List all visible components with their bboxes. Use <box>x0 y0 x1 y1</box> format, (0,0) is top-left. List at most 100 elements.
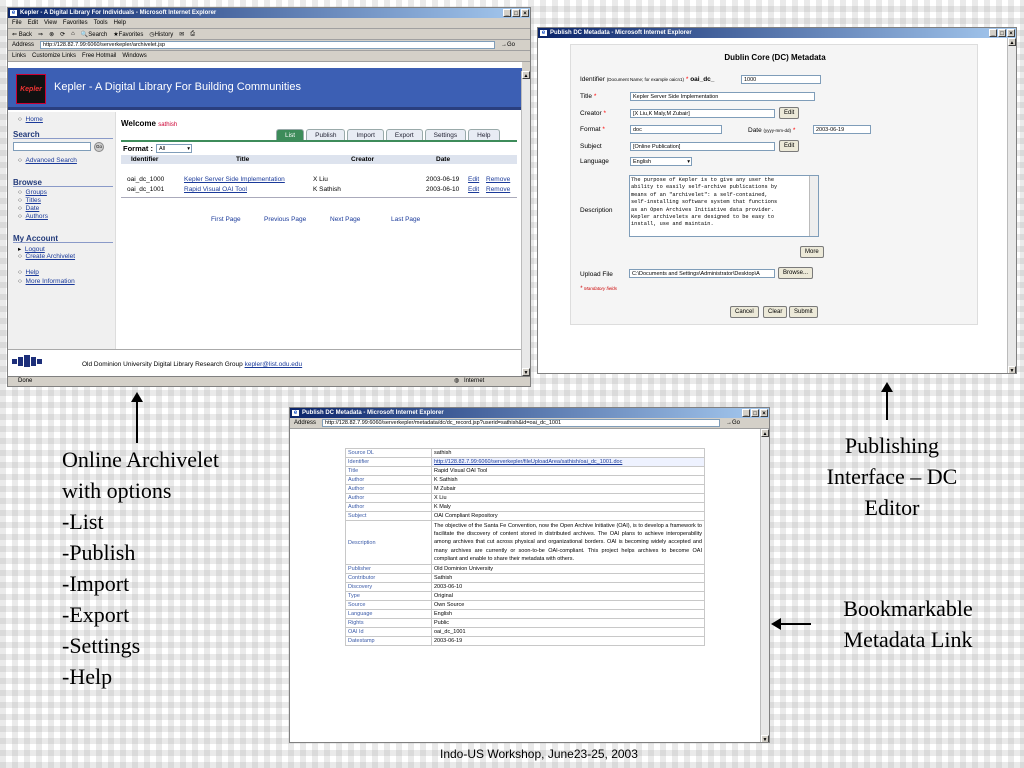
date-link[interactable]: Date <box>26 205 40 212</box>
menu-view[interactable]: View <box>44 20 57 26</box>
tab-publish[interactable]: Publish <box>306 129 346 140</box>
refresh-icon[interactable]: ⟳ <box>60 31 65 38</box>
title-input[interactable]: Kepler Server Side Implementation <box>630 92 815 101</box>
sidebar-item-date[interactable]: ○ Date <box>18 205 39 212</box>
menu-edit[interactable]: Edit <box>28 20 38 26</box>
menu-help[interactable]: Help <box>114 20 126 26</box>
more-info-link[interactable]: More Information <box>26 278 75 285</box>
logout-link[interactable]: Logout <box>25 246 45 253</box>
footer-email-link[interactable]: kepler@list.odu.edu <box>245 361 303 368</box>
groups-link[interactable]: Groups <box>26 189 47 196</box>
menu-favorites[interactable]: Favorites <box>63 20 88 26</box>
minimize-icon[interactable]: _ <box>503 9 511 17</box>
go-button[interactable]: →Go <box>726 420 740 426</box>
subject-input[interactable]: [Online Publication] <box>630 142 775 151</box>
minimize-icon[interactable]: _ <box>989 29 997 37</box>
address-input[interactable]: http://128.82.7.99:6060/serverkepler/arc… <box>40 41 496 49</box>
creator-edit-button[interactable]: Edit <box>779 107 800 119</box>
maximize-icon[interactable]: □ <box>998 29 1006 37</box>
language-select[interactable]: English ▾ <box>630 157 692 166</box>
tab-settings[interactable]: Settings <box>424 129 467 140</box>
sidebar-item-help[interactable]: ○ Help <box>18 269 39 276</box>
description-textarea[interactable]: The purpose of Kepler is to give any use… <box>629 175 819 237</box>
search-button[interactable]: 🔍Search <box>81 31 108 38</box>
vertical-scrollbar[interactable]: ▲ ▼ <box>760 429 769 742</box>
creator-input[interactable]: [X Liu,K Maly,M Zubair] <box>630 109 775 118</box>
tab-export[interactable]: Export <box>385 129 423 140</box>
description-line: as an Open Archives Initiative data prov… <box>631 206 775 213</box>
first-page-link[interactable]: First Page <box>211 216 241 223</box>
row-remove-link[interactable]: Remove <box>486 176 510 183</box>
sidebar-item-groups[interactable]: ○ Groups <box>18 189 47 196</box>
link-hotmail[interactable]: Free Hotmail <box>82 53 116 59</box>
cancel-button[interactable]: Cancel <box>730 306 759 318</box>
home-link[interactable]: Home <box>26 116 43 123</box>
scroll-up-icon[interactable]: ▲ <box>1008 38 1016 46</box>
more-button[interactable]: More <box>800 246 824 258</box>
close-icon[interactable]: × <box>521 9 529 17</box>
scroll-up-icon[interactable]: ▲ <box>761 429 769 437</box>
scroll-down-icon[interactable]: ▼ <box>1008 366 1016 373</box>
scroll-down-icon[interactable]: ▼ <box>522 368 530 376</box>
authors-link[interactable]: Authors <box>26 213 48 220</box>
row-edit-link[interactable]: Edit <box>468 186 479 193</box>
sidebar-item-home[interactable]: ○ Home <box>18 116 43 123</box>
search-input[interactable] <box>13 142 91 151</box>
tab-help[interactable]: Help <box>468 129 500 140</box>
vertical-scrollbar[interactable]: ▲ ▼ <box>1007 38 1016 373</box>
clear-button[interactable]: Clear <box>763 306 788 318</box>
address-input[interactable]: http://128.82.7.99:6060/serverkepler/met… <box>322 419 721 427</box>
scroll-up-icon[interactable]: ▲ <box>522 71 530 79</box>
menu-file[interactable]: File <box>12 20 22 26</box>
close-icon[interactable]: × <box>760 409 768 417</box>
sidebar-item-authors[interactable]: ○ Authors <box>18 213 48 220</box>
textarea-scrollbar[interactable] <box>809 176 818 236</box>
last-page-link[interactable]: Last Page <box>391 216 420 223</box>
sidebar-item-more-info[interactable]: ○ More Information <box>18 278 75 285</box>
sidebar-item-titles[interactable]: ○ Titles <box>18 197 41 204</box>
browse-button[interactable]: Browse... <box>778 267 814 279</box>
maximize-icon[interactable]: □ <box>512 9 520 17</box>
close-icon[interactable]: × <box>1007 29 1015 37</box>
stop-icon[interactable]: ⊗ <box>49 31 54 38</box>
upload-input[interactable]: C:\Documents and Settings\Administrator\… <box>629 269 775 278</box>
submit-button[interactable]: Submit <box>789 306 818 318</box>
sidebar-item-advanced-search[interactable]: ○ Advanced Search <box>18 157 77 164</box>
go-button[interactable]: →Go <box>501 42 515 48</box>
forward-icon[interactable]: ⇒ <box>38 31 43 38</box>
minimize-icon[interactable]: _ <box>742 409 750 417</box>
subject-edit-button[interactable]: Edit <box>779 140 800 152</box>
link-windows[interactable]: Windows <box>122 53 146 59</box>
mail-icon[interactable]: ✉ <box>179 31 184 38</box>
date-input[interactable]: 2003-06-19 <box>813 125 871 134</box>
menu-tools[interactable]: Tools <box>94 20 108 26</box>
tab-list[interactable]: List <box>276 129 305 140</box>
row-title-link[interactable]: Kepler Server Side Implementation <box>184 176 285 183</box>
home-icon[interactable]: ⌂ <box>71 31 75 37</box>
back-button[interactable]: ⇐ Back <box>12 31 32 38</box>
titles-link[interactable]: Titles <box>26 197 41 204</box>
identifier-link[interactable]: http://128.82.7.99:6060/serverkepler/fil… <box>431 457 705 467</box>
link-customize[interactable]: Customize Links <box>32 53 76 59</box>
row-edit-link[interactable]: Edit <box>468 176 479 183</box>
tab-import[interactable]: Import <box>347 129 384 140</box>
sidebar-item-create-archivelet[interactable]: ○ Create Archivelet <box>18 253 75 260</box>
create-archivelet-link[interactable]: Create Archivelet <box>26 253 76 260</box>
search-go-button[interactable]: Go <box>94 142 104 152</box>
identifier-input[interactable]: 1000 <box>741 75 821 84</box>
maximize-icon[interactable]: □ <box>751 409 759 417</box>
scroll-down-icon[interactable]: ▼ <box>761 735 769 742</box>
print-icon[interactable]: ⎙ <box>190 31 195 38</box>
history-button[interactable]: ◷History <box>149 31 173 38</box>
next-page-link[interactable]: Next Page <box>330 216 360 223</box>
advanced-search-link[interactable]: Advanced Search <box>26 157 77 164</box>
sidebar-item-logout[interactable]: ▸ Logout <box>18 245 45 253</box>
row-title-link[interactable]: Rapid Visual OAI Tool <box>184 186 247 193</box>
row-remove-link[interactable]: Remove <box>486 186 510 193</box>
vertical-scrollbar[interactable]: ▲ ▼ <box>521 71 530 376</box>
format-select[interactable]: All ▾ <box>156 144 192 153</box>
previous-page-link[interactable]: Previous Page <box>264 216 306 223</box>
format-input[interactable]: doc <box>630 125 722 134</box>
help-link[interactable]: Help <box>26 269 39 276</box>
favorites-button[interactable]: ★Favorites <box>113 31 143 38</box>
